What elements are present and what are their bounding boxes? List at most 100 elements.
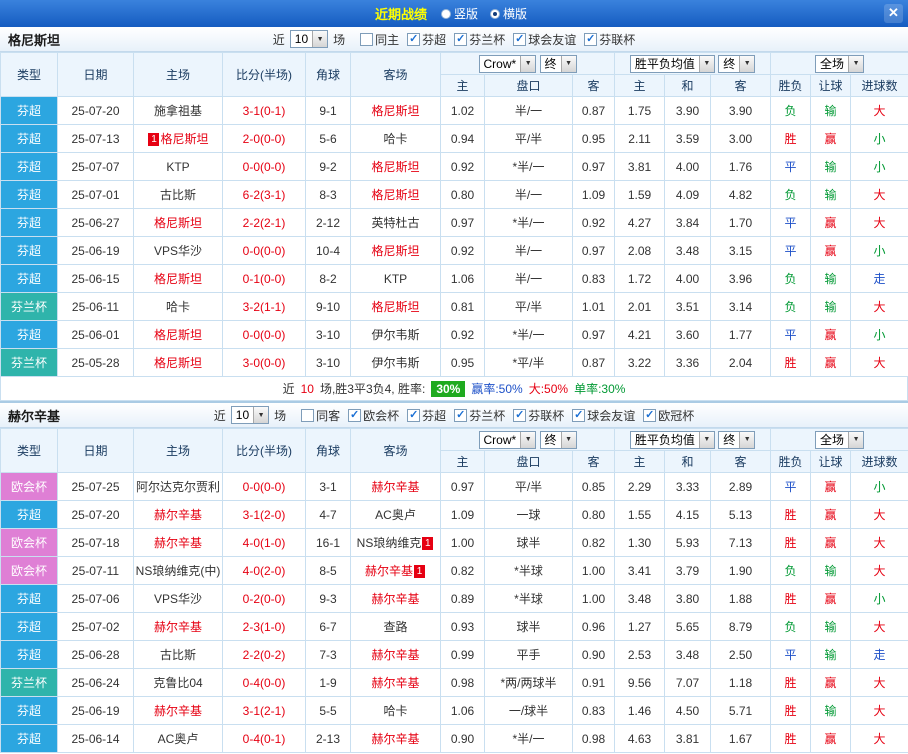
mean-draw-cell: 3.59: [664, 124, 712, 153]
sub-col-mean-draw: 和: [664, 450, 712, 473]
mean-draw-cell: 3.51: [664, 292, 712, 321]
checkbox-checked-icon[interactable]: ✓: [348, 408, 362, 422]
home-team-cell: 赫尔辛基: [133, 500, 223, 529]
checkbox-checked-icon[interactable]: ✓: [407, 32, 421, 46]
sub-col-result: 胜负: [770, 450, 812, 473]
team-name: 英特杜古: [371, 216, 420, 230]
handicap-result-cell: 赢: [810, 236, 852, 265]
team-name: 阿尔达克尔贾利: [135, 480, 220, 494]
mean-odds-value: 胜平负均值: [634, 433, 695, 447]
goals-result-cell: 小: [850, 152, 908, 181]
score-cell: 4-0(2-0): [222, 556, 306, 585]
checkbox-checked-icon[interactable]: ✓: [572, 408, 586, 422]
final-odds-select[interactable]: 终 ▼: [539, 54, 577, 73]
scope-select[interactable]: 全场 ▼: [815, 430, 865, 449]
goals-result-cell: 大: [850, 668, 908, 697]
chevron-down-icon: ▼: [312, 31, 328, 47]
match-row: 芬兰杯 25-05-28 格尼斯坦 3-0(0-0) 3-10 伊尔韦斯 0.95 *平/半 0…: [0, 348, 908, 377]
sub-col-mean-draw: 和: [664, 74, 712, 97]
filter-芬超[interactable]: ✓ 芬超: [407, 31, 446, 48]
chevron-down-icon: ▼: [560, 55, 576, 72]
odds-company-select[interactable]: Crow* ▼: [478, 54, 537, 73]
filter-label: 球会友谊: [528, 32, 577, 47]
sub-col-home-odds: 主: [440, 74, 485, 97]
result-cell: 平: [770, 236, 812, 265]
final-mean-select[interactable]: 终 ▼: [718, 54, 756, 73]
summary-near: 近: [282, 382, 295, 396]
mean-draw-cell: 5.65: [664, 612, 712, 641]
col-corner: 角球: [305, 52, 351, 97]
team-name: 格尼斯坦: [371, 300, 420, 314]
home-odds-cell: 0.92: [440, 320, 485, 349]
mean-home-cell: 1.30: [614, 528, 666, 557]
scope-value: 全场: [820, 57, 845, 71]
mean-odds-select[interactable]: 胜平负均值 ▼: [629, 430, 715, 449]
filter-球会友谊[interactable]: ✓ 球会友谊: [572, 407, 635, 424]
corners-cell: 9-2: [305, 152, 351, 181]
away-odds-cell: 0.87: [571, 348, 616, 377]
filter-芬超[interactable]: ✓ 芬超: [407, 407, 446, 424]
mean-odds-select[interactable]: 胜平负均值 ▼: [629, 54, 715, 73]
handicap-result-cell: 输: [810, 96, 852, 125]
goals-result-cell: 小: [850, 236, 908, 265]
home-odds-cell: 0.92: [440, 152, 485, 181]
checkbox-checked-icon[interactable]: ✓: [584, 32, 598, 46]
filter-同主[interactable]: 同主: [360, 31, 399, 48]
radio-icon-vertical[interactable]: [440, 8, 451, 19]
team-section-gnistan: 格尼斯坦 近 10 ▼ 场 同主 ✓ 芬超 ✓ 芬兰杯 ✓ 球会友谊 ✓ 芬联杯 类型: [0, 27, 908, 401]
checkbox-checked-icon[interactable]: ✓: [407, 408, 421, 422]
filter-芬兰杯[interactable]: ✓ 芬兰杯: [454, 31, 505, 48]
filter-球会友谊[interactable]: ✓ 球会友谊: [513, 31, 576, 48]
handicap-cell: 球半: [484, 528, 573, 557]
checkbox-icon[interactable]: [360, 32, 374, 46]
mean-away-cell: 3.15: [710, 236, 772, 265]
checkbox-checked-icon[interactable]: ✓: [454, 32, 468, 46]
checkbox-checked-icon[interactable]: ✓: [454, 408, 468, 422]
odds-company-select[interactable]: Crow* ▼: [478, 430, 537, 449]
away-team-cell: 赫尔辛基: [350, 668, 441, 697]
score-cell: 3-1(2-0): [222, 500, 306, 529]
away-team-cell: KTP: [350, 264, 441, 293]
handicap-cell: *半/一: [484, 320, 573, 349]
handicap-cell: 半/一: [484, 180, 573, 209]
red-card-badge: 1: [422, 537, 434, 551]
checkbox-icon[interactable]: [301, 408, 315, 422]
final-mean-select[interactable]: 终 ▼: [718, 430, 756, 449]
home-odds-cell: 0.80: [440, 180, 485, 209]
radio-icon-horizontal[interactable]: [490, 8, 500, 19]
handicap-result-cell: 输: [810, 640, 852, 669]
checkbox-checked-icon[interactable]: ✓: [513, 32, 527, 46]
match-count-select[interactable]: 10 ▼: [230, 406, 270, 424]
away-team-cell: AC奥卢: [350, 500, 441, 529]
final-odds-select[interactable]: 终 ▼: [539, 430, 577, 449]
team-name: 赫尔辛基: [371, 480, 420, 494]
layout-option-horizontal[interactable]: 横版: [490, 5, 527, 22]
mean-home-cell: 9.56: [614, 668, 666, 697]
team-name: 格尼斯坦: [371, 188, 420, 202]
handicap-result-cell: 赢: [810, 668, 852, 697]
scope-select[interactable]: 全场 ▼: [815, 54, 865, 73]
away-team-cell: 赫尔辛基: [350, 584, 441, 613]
league-cell: 芬超: [0, 264, 58, 293]
date-cell: 25-07-07: [57, 152, 134, 181]
checkbox-checked-icon[interactable]: ✓: [643, 408, 657, 422]
filter-欧会杯[interactable]: ✓ 欧会杯: [348, 407, 399, 424]
results-tbody: 欧会杯 25-07-25 阿尔达克尔贾利 0-0(0-0) 3-1 赫尔辛基 0.97 平/半…: [0, 472, 908, 753]
result-cell: 负: [770, 556, 812, 585]
corners-cell: 10-4: [305, 236, 351, 265]
mean-away-cell: 3.96: [710, 264, 772, 293]
match-count-select[interactable]: 10 ▼: [289, 30, 329, 48]
filter-芬联杯[interactable]: ✓ 芬联杯: [513, 407, 564, 424]
filter-欧冠杯[interactable]: ✓ 欧冠杯: [643, 407, 694, 424]
checkbox-checked-icon[interactable]: ✓: [513, 408, 527, 422]
handicap-cell: 半/一: [484, 264, 573, 293]
filter-芬兰杯[interactable]: ✓ 芬兰杯: [454, 407, 505, 424]
score-cell: 6-2(3-1): [222, 180, 306, 209]
filter-芬联杯[interactable]: ✓ 芬联杯: [584, 31, 635, 48]
team-name: 伊尔韦斯: [371, 356, 420, 370]
away-odds-cell: 0.97: [571, 320, 616, 349]
close-icon[interactable]: ✕: [884, 4, 903, 23]
filter-同客[interactable]: 同客: [301, 407, 340, 424]
home-odds-cell: 0.89: [440, 584, 485, 613]
layout-option-vertical[interactable]: 竖版: [440, 5, 478, 22]
